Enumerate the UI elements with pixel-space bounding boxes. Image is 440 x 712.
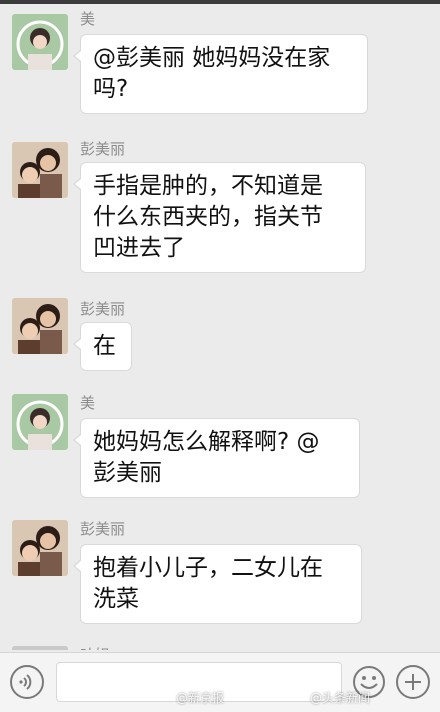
- sender-name: 美: [80, 10, 96, 28]
- message-text: 手指是肿的，不知道是: [93, 173, 323, 199]
- message-text: 她妈妈怎么解释啊? @: [93, 429, 320, 455]
- message-text: 吗?: [93, 76, 129, 102]
- sender-name: 美: [80, 394, 96, 412]
- message-text: 彭美丽: [93, 460, 162, 486]
- chat-input-bar: @新京报 @头条新闻: [0, 652, 440, 712]
- message-text: 凹进去了: [93, 235, 185, 261]
- chat-message-list[interactable]: 美 @彭美丽 她妈妈没在家 吗? 彭美丽 手指是肿的，不知道是 什么东西夹的，指…: [0, 4, 440, 650]
- message-bubble[interactable]: 抱着小儿子，二女儿在 洗菜: [73, 544, 362, 624]
- sender-name: 彭美丽: [80, 140, 126, 158]
- avatar-peng-meili[interactable]: [12, 142, 68, 198]
- message-text: 在: [93, 333, 116, 359]
- message-bubble[interactable]: 在: [73, 322, 132, 371]
- message-text: 抱着小儿子，二女儿在: [93, 555, 323, 581]
- message-bubble[interactable]: 她妈妈怎么解释啊? @ 彭美丽: [73, 418, 360, 498]
- avatar-partial[interactable]: [12, 646, 68, 650]
- sender-name-partial: 叶姐: [80, 644, 110, 650]
- avatar-mei[interactable]: [12, 14, 68, 70]
- message-bubble[interactable]: 手指是肿的，不知道是 什么东西夹的，指关节 凹进去了: [73, 162, 366, 273]
- voice-icon[interactable]: [10, 665, 44, 699]
- sender-name: 彭美丽: [80, 300, 126, 318]
- watermark-toutiao: @头条新闻: [310, 691, 371, 705]
- message-text: 洗菜: [93, 586, 139, 612]
- message-bubble[interactable]: @彭美丽 她妈妈没在家 吗?: [73, 34, 368, 114]
- message-text: 什么东西夹的，指关节: [93, 204, 323, 230]
- watermark-xinjingbao: @新京报: [176, 691, 225, 705]
- message-text: @彭美丽 她妈妈没在家: [93, 45, 331, 71]
- sender-name: 彭美丽: [80, 520, 126, 538]
- avatar-peng-meili[interactable]: [12, 520, 68, 576]
- avatar-peng-meili[interactable]: [12, 298, 68, 354]
- plus-icon[interactable]: [396, 665, 430, 699]
- avatar-mei[interactable]: [12, 394, 68, 450]
